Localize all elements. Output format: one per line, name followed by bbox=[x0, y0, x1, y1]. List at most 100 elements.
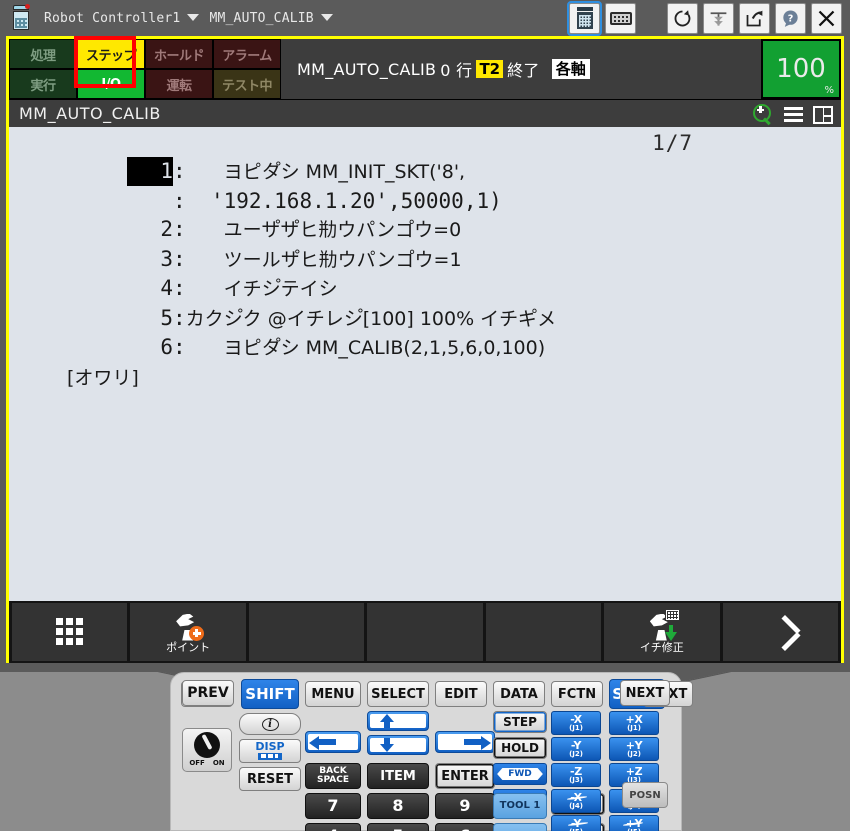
fkey-blank-2[interactable] bbox=[367, 603, 483, 661]
led-jikkou[interactable]: 実行 bbox=[9, 69, 77, 99]
line-number: 3 bbox=[160, 246, 173, 271]
menu-icon[interactable] bbox=[782, 103, 806, 125]
fkey-touchup[interactable]: イチ修正 bbox=[604, 603, 720, 661]
key-reset[interactable]: RESET bbox=[239, 767, 301, 791]
key-fwd[interactable]: FWD bbox=[493, 763, 547, 785]
key-select[interactable]: SELECT bbox=[367, 681, 429, 707]
fkey-blank-1[interactable] bbox=[248, 603, 365, 661]
key-num-9[interactable]: 9 bbox=[435, 793, 495, 819]
program-line[interactable]: 5:カクシ゚ク @イチレシ゚[100] 100% イチキ゚メ bbox=[127, 304, 556, 334]
teach-pendant-keypad-body: PREV SHIFT MENU SELECT EDIT DATA FCTN SH… bbox=[170, 672, 693, 831]
key-prev-outer[interactable]: PREV bbox=[182, 680, 234, 706]
program-end-marker: [オワリ] bbox=[67, 363, 556, 393]
speed-override-display[interactable]: 100 % bbox=[761, 39, 841, 99]
program-listing[interactable]: 1/7 1: ヨピタ゚シ MM_INIT_SKT('8', : '192.16… bbox=[9, 127, 841, 601]
editor-program-title: MM_AUTO_CALIB bbox=[19, 104, 161, 123]
key-tool-2[interactable]: TOOL 2 bbox=[493, 823, 547, 831]
line-number: 4 bbox=[160, 276, 173, 300]
detach-window-button[interactable] bbox=[739, 2, 770, 34]
key-backspace[interactable]: BACK SPACE bbox=[305, 763, 361, 789]
app-root: Robot Controller1 MM_AUTO_CALIB ? 処理 ステッ… bbox=[0, 0, 850, 831]
jog-joint-label: (J3) bbox=[569, 775, 583, 784]
fkey-next[interactable] bbox=[722, 603, 838, 661]
fkey-blank-3[interactable] bbox=[485, 603, 602, 661]
power-off-label: OFF bbox=[189, 759, 205, 767]
fkey-grid[interactable] bbox=[12, 603, 128, 661]
key-arrow-right[interactable] bbox=[435, 731, 495, 753]
page-indicator: 1/7 bbox=[652, 131, 693, 155]
reset-button[interactable] bbox=[667, 2, 698, 34]
jog-key-minus-z-j3[interactable]: -Z (J3) bbox=[551, 763, 601, 787]
help-button[interactable]: ? bbox=[775, 2, 806, 34]
close-button[interactable] bbox=[811, 2, 842, 34]
key-shift-left[interactable]: SHIFT bbox=[241, 679, 299, 709]
line-separator: : bbox=[173, 159, 186, 183]
key-enter[interactable]: ENTER bbox=[435, 763, 495, 789]
program-line[interactable]: : '192.168.1.20',50000,1) bbox=[127, 187, 556, 216]
jog-axis-label: +Y bbox=[625, 816, 643, 830]
key-disp[interactable]: DISP bbox=[239, 739, 301, 763]
pendant-view-icon bbox=[576, 7, 593, 29]
key-num-5[interactable]: 5 bbox=[367, 823, 429, 831]
key-num-7[interactable]: 7 bbox=[305, 793, 361, 819]
jog-key-plus-y-j5[interactable]: +Y (J5) bbox=[609, 815, 659, 831]
program-line[interactable]: 1: ヨピタ゚シ MM_INIT_SKT('8', bbox=[127, 157, 556, 187]
pendant-screen: 処理 ステップ゚ ホールト゚ アラーム 実行 I/O 運転 テスト中 MM_AU… bbox=[6, 36, 844, 663]
key-next-outer[interactable]: NEXT bbox=[620, 680, 670, 706]
led-hold[interactable]: ホールト゚ bbox=[145, 39, 213, 69]
key-item[interactable]: ITEM bbox=[367, 763, 429, 789]
program-dropdown-caret-icon[interactable] bbox=[320, 13, 333, 21]
line-number: 2 bbox=[160, 217, 173, 241]
line-number: 6 bbox=[160, 335, 173, 359]
jog-key-minus-y-j2[interactable]: -Y (J2) bbox=[551, 737, 601, 761]
key-arrow-up[interactable] bbox=[367, 711, 429, 731]
program-line[interactable]: 4: イチシ゚テイシ bbox=[127, 274, 556, 304]
key-num-6[interactable]: 6 bbox=[435, 823, 495, 831]
program-line[interactable]: 6: ヨピタ゚シ MM_CALIB(2,1,5,6,0,100) bbox=[127, 333, 556, 363]
keyboard-icon bbox=[609, 11, 632, 25]
power-knob-labels: OFF ON bbox=[189, 759, 224, 767]
function-key-bar: ポイント イチ修正 bbox=[9, 601, 841, 663]
home-position-button[interactable] bbox=[703, 2, 734, 34]
led-io[interactable]: I/O bbox=[77, 69, 145, 99]
jog-key-minus-y-j5[interactable]: -Y (J5) bbox=[551, 815, 601, 831]
program-line[interactable]: 2: ユーサ゚サ゚ヒ㔙ウパンコ゚ウ=0 bbox=[127, 215, 556, 245]
led-testchuu[interactable]: テスト中 bbox=[213, 69, 281, 99]
power-knob[interactable]: OFF ON bbox=[182, 728, 232, 772]
program-line[interactable]: 3: ツールサ゚ヒ㔙ウパンコ゚ウ=1 bbox=[127, 245, 556, 275]
fkey-point[interactable]: ポイント bbox=[130, 603, 246, 661]
key-fctn[interactable]: FCTN bbox=[551, 681, 603, 707]
led-alarm[interactable]: アラーム bbox=[213, 39, 281, 69]
led-shori[interactable]: 処理 bbox=[9, 39, 77, 69]
led-step[interactable]: ステップ゚ bbox=[77, 39, 145, 69]
status-message-area: MM_AUTO_CALIB 0 行 T2 終了 各軸 bbox=[281, 39, 761, 99]
key-posn[interactable]: POSN bbox=[622, 782, 668, 808]
line-text: ヨピタ゚シ MM_INIT_SKT('8', bbox=[223, 161, 466, 183]
key-arrow-left[interactable] bbox=[305, 731, 361, 753]
key-info[interactable]: i bbox=[239, 713, 301, 735]
key-arrow-down[interactable] bbox=[367, 735, 429, 755]
zoom-in-icon[interactable] bbox=[751, 103, 775, 125]
status-mode-badge: T2 bbox=[476, 60, 504, 78]
jog-key-minus-x-j1[interactable]: -X (J1) bbox=[551, 711, 601, 735]
key-edit[interactable]: EDIT bbox=[435, 681, 487, 707]
jog-joint-label: (J1) bbox=[569, 723, 583, 732]
robot-add-point-icon bbox=[173, 611, 205, 641]
jog-key-plus-y-j2[interactable]: +Y (J2) bbox=[609, 737, 659, 761]
key-step[interactable]: STEP bbox=[493, 711, 547, 733]
key-hold[interactable]: HOLD bbox=[493, 737, 547, 759]
keyboard-view-button[interactable] bbox=[605, 2, 636, 34]
led-unten[interactable]: 運転 bbox=[145, 69, 213, 99]
key-num-8[interactable]: 8 bbox=[367, 793, 429, 819]
jog-key-plus-x-j1[interactable]: +X (J1) bbox=[609, 711, 659, 735]
key-num-4[interactable]: 4 bbox=[305, 823, 361, 831]
jog-key-minus-x-j4[interactable]: -X (J4) bbox=[551, 789, 601, 813]
teach-pendant-view-button[interactable] bbox=[567, 0, 602, 36]
split-view-icon[interactable] bbox=[813, 105, 833, 124]
line-separator: : bbox=[173, 188, 186, 213]
close-icon bbox=[818, 10, 835, 26]
key-tool-1[interactable]: TOOL 1 bbox=[493, 793, 547, 819]
controller-dropdown-caret-icon[interactable] bbox=[187, 13, 200, 21]
key-menu[interactable]: MENU bbox=[305, 681, 361, 707]
key-data[interactable]: DATA bbox=[493, 681, 545, 707]
